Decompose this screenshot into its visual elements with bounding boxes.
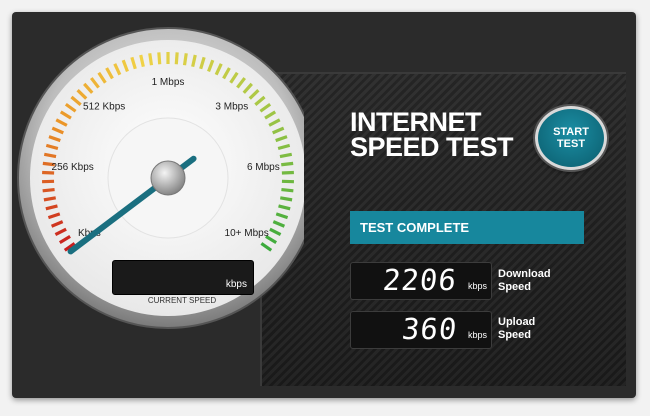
gauge-tick — [174, 52, 179, 65]
download-readout: 2206 kbps — [350, 262, 492, 300]
gauge-tick-label: 512 Kbps — [83, 101, 125, 112]
gauge-tick — [157, 52, 162, 65]
upload-label-line-1: Upload — [498, 316, 536, 328]
download-label: Download Speed — [498, 268, 551, 294]
start-button-line-1: START — [553, 126, 589, 138]
page-title: INTERNET SPEED TEST — [350, 109, 514, 162]
upload-unit: kbps — [467, 330, 487, 340]
upload-label: Upload Speed — [498, 316, 535, 342]
status-banner: TEST COMPLETE — [350, 211, 584, 244]
gauge-tick — [43, 152, 57, 159]
upload-readout: 360 kbps — [350, 311, 492, 349]
gauge-tick-label: 1 Mbps — [152, 77, 185, 88]
gauge-tick — [281, 187, 294, 193]
gauge-tick — [279, 152, 293, 159]
download-unit: kbps — [467, 281, 487, 291]
upload-label-line-2: Speed — [498, 329, 532, 341]
gauge-tick-label: 256 Kbps — [52, 162, 94, 173]
download-value: 2206 — [381, 263, 459, 297]
current-speed-unit: kbps — [225, 279, 247, 290]
gauge-tick — [281, 161, 294, 167]
start-button-line-2: TEST — [556, 138, 586, 150]
gauge-tick — [148, 53, 154, 66]
gauge-hub — [150, 160, 186, 196]
gauge-tick-label: 3 Mbps — [215, 101, 248, 112]
current-speed-caption: CURRENT SPEED — [147, 296, 217, 305]
title-line-2: SPEED TEST — [350, 132, 514, 162]
gauge-tick — [279, 196, 293, 202]
upload-value: 360 — [399, 312, 459, 346]
gauge-tick — [281, 170, 294, 175]
current-speed-display: kbps — [112, 260, 254, 295]
gauge-tick — [43, 196, 57, 202]
gauge-tick — [42, 187, 55, 193]
gauge-tick-label: 6 Mbps — [247, 162, 280, 173]
gauge-tick-label: 10+ Mbps — [225, 228, 269, 239]
download-label-line-2: Speed — [498, 281, 532, 293]
start-test-button[interactable]: START TEST — [535, 106, 607, 170]
gauge-tick — [182, 53, 188, 66]
download-label-line-1: Download — [498, 268, 551, 280]
